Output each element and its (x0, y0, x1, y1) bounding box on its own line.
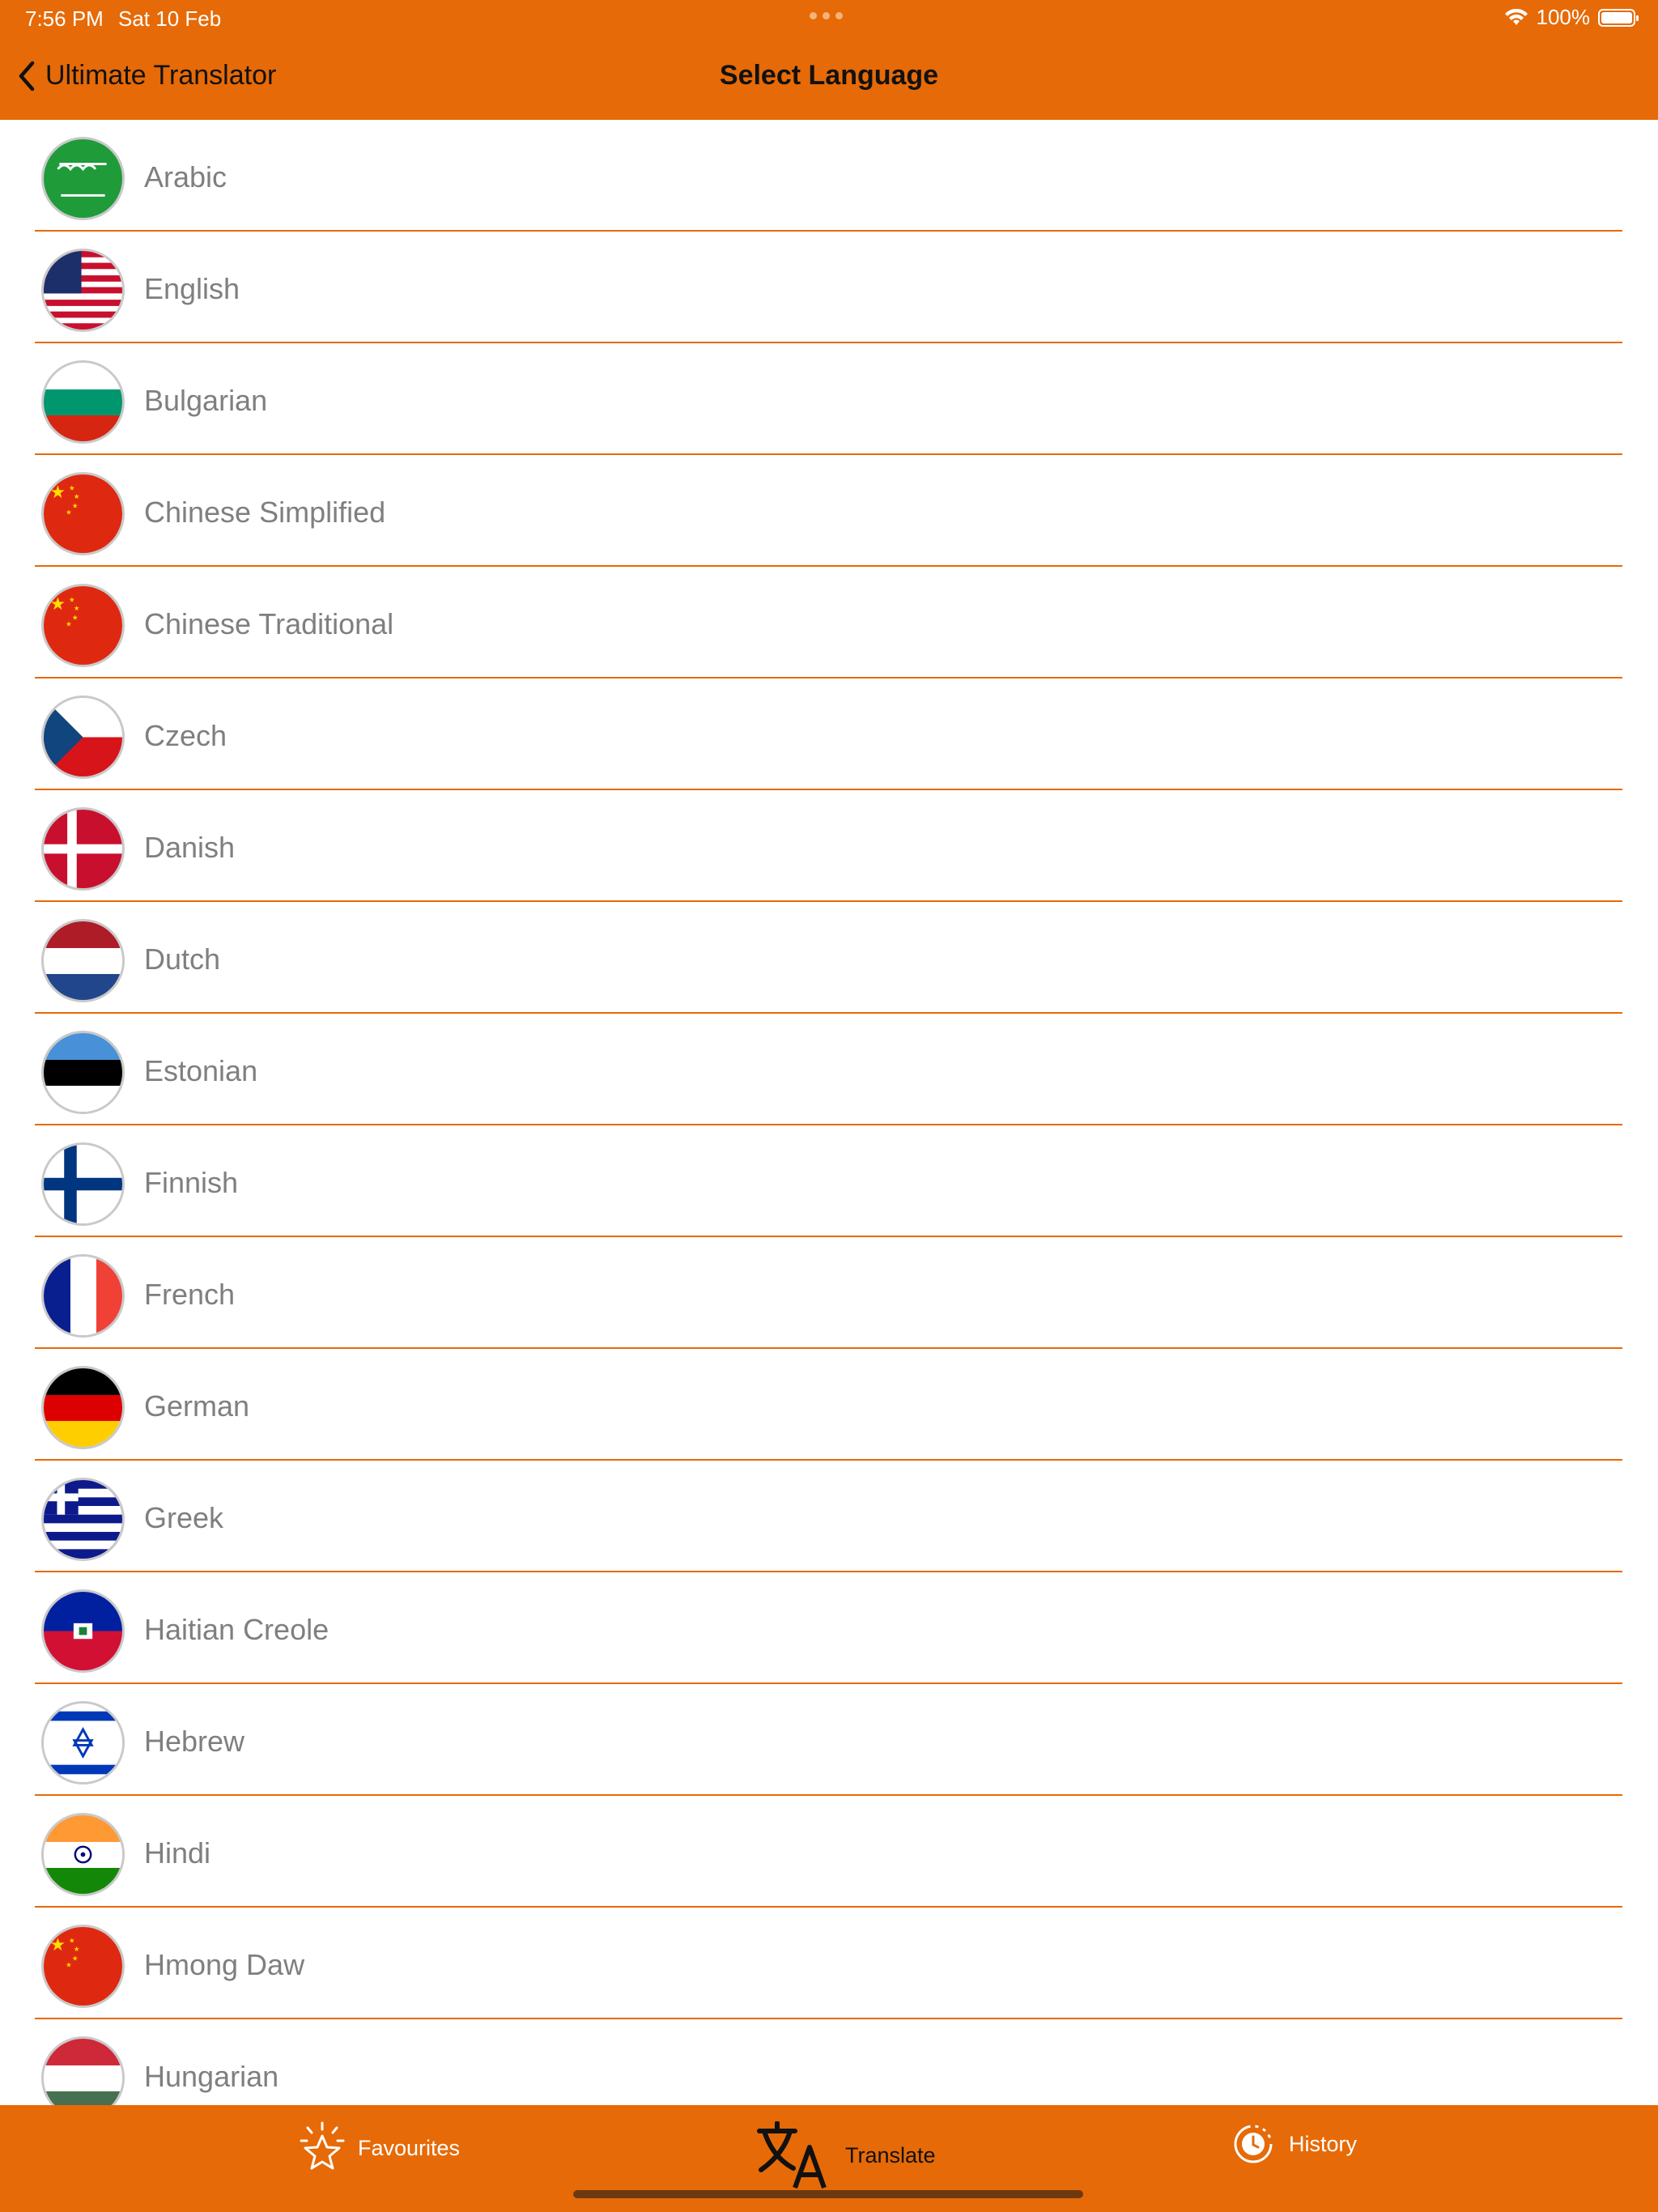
israel-flag-icon (41, 1701, 125, 1784)
list-item-chinese-traditional[interactable]: ★ ★ ★ ★ ★ Chinese Traditional (0, 567, 1658, 678)
czech-flag-icon (41, 696, 125, 779)
list-item-hebrew[interactable]: Hebrew (0, 1684, 1658, 1796)
estonia-flag-icon (41, 1031, 125, 1114)
language-label: Hindi (144, 1836, 211, 1870)
india-flag-icon (41, 1813, 125, 1896)
denmark-flag-icon (41, 807, 125, 891)
wifi-icon (1504, 8, 1528, 25)
list-item-hmong-daw[interactable]: ★ ★ ★ ★ ★ Hmong Daw (0, 1908, 1658, 2019)
language-label: Chinese Simplified (144, 496, 386, 529)
china-flag-icon: ★ ★ ★ ★ ★ (41, 584, 125, 667)
language-label: Finnish (144, 1166, 239, 1199)
language-label: Czech (144, 719, 227, 752)
language-label: Greek (144, 1501, 224, 1534)
language-label: Chinese Traditional (144, 607, 394, 640)
star-icon (300, 2121, 345, 2170)
list-item-danish[interactable]: Danish (0, 790, 1658, 902)
svg-text:★: ★ (69, 595, 75, 603)
list-item-hindi[interactable]: Hindi (0, 1796, 1658, 1908)
svg-text:★: ★ (50, 1935, 66, 1955)
hungary-flag-icon (41, 2036, 125, 2105)
list-item-czech[interactable]: Czech (0, 678, 1658, 790)
tab-label: Favourites (358, 2135, 461, 2160)
battery-icon (1598, 8, 1639, 27)
svg-text:★: ★ (74, 1945, 80, 1953)
language-label: Hungarian (144, 2060, 279, 2093)
tab-label: Translate (845, 2142, 936, 2167)
tab-bar: Favourites Translate History (0, 2105, 1658, 2212)
list-item-arabic[interactable]: Arabic (0, 120, 1658, 232)
language-label: Arabic (144, 160, 227, 194)
list-item-greek[interactable]: Greek (0, 1461, 1658, 1572)
language-label: Dutch (144, 942, 221, 976)
language-list[interactable]: Arabic English Bulgarian ★ ★ ★ ★ ★ Chine… (0, 120, 1658, 2105)
saudi-arabia-flag-icon (41, 137, 125, 220)
list-item-chinese-simplified[interactable]: ★ ★ ★ ★ ★ Chinese Simplified (0, 455, 1658, 567)
list-item-bulgarian[interactable]: Bulgarian (0, 343, 1658, 455)
usa-flag-icon (41, 249, 125, 332)
finland-flag-icon (41, 1142, 125, 1226)
language-label: French (144, 1278, 236, 1311)
netherlands-flag-icon (41, 919, 125, 1002)
greece-flag-icon (41, 1478, 125, 1561)
language-label: Hebrew (144, 1725, 245, 1758)
list-item-german[interactable]: German (0, 1349, 1658, 1461)
language-label: English (144, 272, 240, 305)
haiti-flag-icon (41, 1589, 125, 1673)
battery-percentage: 100% (1536, 5, 1591, 29)
page-title: Select Language (719, 60, 939, 91)
svg-text:★: ★ (69, 1936, 75, 1944)
status-time: 7:56 PM (25, 6, 104, 31)
list-item-english[interactable]: English (0, 232, 1658, 343)
china-flag-icon: ★ ★ ★ ★ ★ (41, 472, 125, 555)
language-label: Bulgarian (144, 384, 268, 417)
clock-icon (1234, 2125, 1273, 2163)
france-flag-icon (41, 1254, 125, 1338)
tab-label: History (1289, 2131, 1358, 2156)
germany-flag-icon (41, 1366, 125, 1449)
china-flag-icon: ★ ★ ★ ★ ★ (41, 1925, 125, 2008)
tab-translate[interactable]: Translate (756, 2121, 936, 2189)
language-label: German (144, 1389, 250, 1423)
svg-text:★: ★ (66, 508, 72, 516)
svg-text:★: ★ (72, 502, 79, 510)
status-indicators: 100% (1504, 5, 1639, 30)
svg-text:★: ★ (66, 619, 72, 627)
list-item-haitian-creole[interactable]: Haitian Creole (0, 1572, 1658, 1684)
svg-text:★: ★ (50, 483, 66, 502)
svg-text:★: ★ (69, 483, 75, 491)
language-label: Hmong Daw (144, 1948, 305, 1981)
svg-text:★: ★ (74, 492, 80, 500)
list-item-dutch[interactable]: Dutch (0, 902, 1658, 1014)
list-item-finnish[interactable]: Finnish (0, 1125, 1658, 1237)
svg-text:★: ★ (66, 1960, 72, 1968)
bulgaria-flag-icon (41, 360, 125, 444)
svg-text:★: ★ (72, 1955, 79, 1963)
list-item-estonian[interactable]: Estonian (0, 1014, 1658, 1125)
language-label: Danish (144, 831, 236, 864)
list-item-french[interactable]: French (0, 1237, 1658, 1349)
svg-text:★: ★ (74, 604, 80, 612)
multitasking-dots-icon[interactable] (810, 12, 843, 19)
list-item-hungarian[interactable]: Hungarian (0, 2019, 1658, 2105)
language-label: Estonian (144, 1054, 258, 1087)
language-label: Haitian Creole (144, 1613, 329, 1646)
tab-favourites[interactable]: Favourites (300, 2121, 460, 2175)
svg-text:★: ★ (72, 614, 79, 622)
svg-text:★: ★ (50, 594, 66, 614)
top-bar: 7:56 PM Sat 10 Feb 100% Ultimate Transla… (0, 0, 1658, 120)
tab-history[interactable]: History (1231, 2121, 1357, 2167)
status-date: Sat 10 Feb (118, 6, 222, 31)
home-indicator[interactable] (573, 2190, 1083, 2198)
translate-icon (757, 2121, 827, 2189)
